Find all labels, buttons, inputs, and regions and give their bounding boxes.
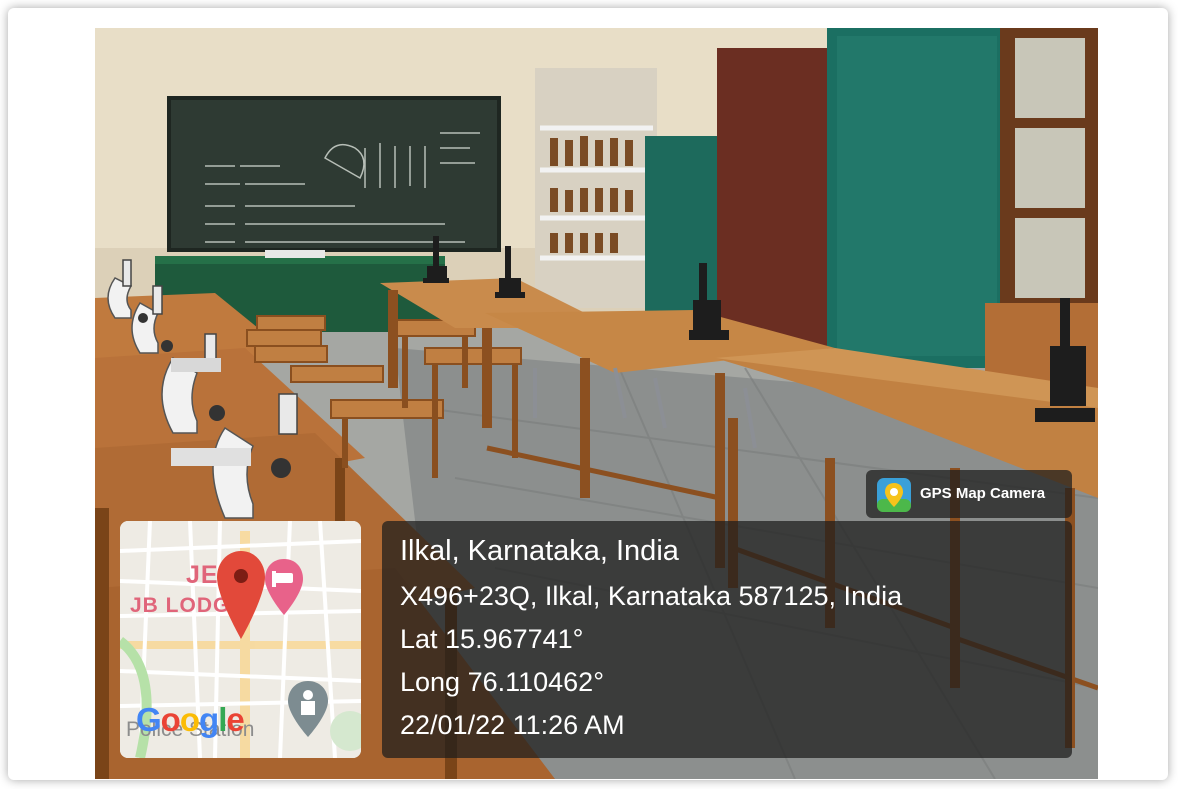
gps-map-camera-badge: GPS Map Camera	[866, 470, 1072, 518]
map-thumbnail: JE JB LODG Police Station Google	[120, 521, 361, 758]
app-name: GPS Map Camera	[920, 485, 1046, 502]
hotel-icon	[265, 559, 303, 615]
timestamp: 22/01/22 11:26 AM	[400, 710, 625, 740]
map-place-label: JE	[186, 561, 219, 589]
place-name: Ilkal, Karnataka, India	[400, 535, 679, 567]
google-logo: Google	[136, 701, 245, 738]
location-info-panel: Ilkal, Karnataka, India X496+23Q, Ilkal,…	[382, 521, 1072, 758]
latitude: Lat 15.967741°	[400, 624, 584, 654]
location-pin-icon	[217, 551, 265, 639]
longitude: Long 76.110462°	[400, 667, 604, 697]
gps-map-camera-icon	[877, 478, 911, 512]
police-station-icon	[288, 681, 328, 737]
address: X496+23Q, Ilkal, Karnataka 587125, India	[400, 581, 903, 611]
